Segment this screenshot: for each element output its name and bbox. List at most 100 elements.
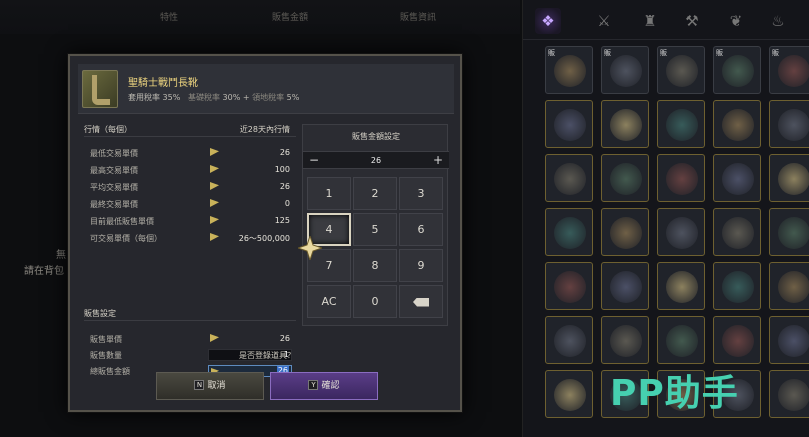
weapon-icon[interactable]: ⚔ <box>591 8 617 34</box>
market-row: 最高交易單價 100 <box>90 163 296 177</box>
confirm-hotkey: Y <box>308 380 319 390</box>
backspace-button[interactable] <box>399 285 443 318</box>
inventory-slot[interactable]: 販 <box>769 46 809 94</box>
background-tab-bar: 特性 販售金額 販售資訊 <box>0 0 520 34</box>
inventory-slot[interactable] <box>545 262 593 310</box>
inventory-slot[interactable] <box>769 154 809 202</box>
cancel-hotkey: N <box>194 380 205 390</box>
inventory-slot[interactable] <box>713 100 761 148</box>
inventory-slot[interactable] <box>713 208 761 256</box>
key-6[interactable]: 6 <box>399 213 443 246</box>
inventory-slot[interactable] <box>769 262 809 310</box>
item-icon <box>666 55 698 87</box>
inventory-slot[interactable] <box>657 154 705 202</box>
base-tax-label: 基礎稅率 <box>187 93 220 102</box>
inventory-slot[interactable] <box>769 208 809 256</box>
background-tab-traits[interactable]: 特性 <box>160 10 178 23</box>
inventory-slot[interactable]: 販 <box>713 46 761 94</box>
divider <box>84 136 296 137</box>
item-name: 聖騎士戰鬥長靴 <box>128 78 198 89</box>
key-8[interactable]: 8 <box>353 249 397 282</box>
market-row-label: 最高交易單價 <box>90 166 138 175</box>
inventory-slot[interactable] <box>657 208 705 256</box>
item-icon <box>610 217 642 249</box>
coin-icon <box>210 148 219 156</box>
armor-icon[interactable]: ♜ <box>637 8 663 34</box>
inventory-slot[interactable] <box>601 316 649 364</box>
inventory-slot[interactable] <box>657 316 705 364</box>
pouch-icon[interactable]: ♨ <box>765 8 791 34</box>
inventory-slot[interactable] <box>769 100 809 148</box>
keypad-panel: 販售金額設定 − 26 + 1 2 3 4 5 6 7 8 9 AC 0 <box>302 124 449 326</box>
coin-icon <box>210 233 219 241</box>
confirm-button[interactable]: Y 確認 <box>270 372 378 400</box>
key-2[interactable]: 2 <box>353 177 397 210</box>
key-9[interactable]: 9 <box>399 249 443 282</box>
anvil-icon[interactable]: ⚒ <box>679 8 705 34</box>
item-icon <box>666 163 698 195</box>
key-1[interactable]: 1 <box>307 177 351 210</box>
sale-tag: 販 <box>548 49 555 57</box>
inventory-slot[interactable] <box>769 316 809 364</box>
item-icon <box>554 55 586 87</box>
key-ac[interactable]: AC <box>307 285 351 318</box>
key-3[interactable]: 3 <box>399 177 443 210</box>
sale-tag: 販 <box>772 49 779 57</box>
inventory-slot[interactable] <box>713 154 761 202</box>
inventory-slot[interactable]: 販 <box>657 46 705 94</box>
item-tax-line: 套用稅率 35% 基礎稅率 30% + 領地稅率 5% <box>128 92 299 103</box>
background-tab-sale-info[interactable]: 販售資訊 <box>400 10 436 23</box>
inventory-slot[interactable] <box>657 262 705 310</box>
sale-settings-header: 販售設定 <box>84 309 116 318</box>
background-tab-sale-amount[interactable]: 販售金額 <box>272 10 308 23</box>
inventory-slot[interactable] <box>545 370 593 418</box>
market-row: 可交易單價（每個） 26～500,000 <box>90 231 296 245</box>
inventory-slot[interactable] <box>713 316 761 364</box>
inventory-slot[interactable] <box>545 154 593 202</box>
key-5[interactable]: 5 <box>353 213 397 246</box>
inventory-slot[interactable] <box>601 154 649 202</box>
item-icon <box>610 271 642 303</box>
confirm-label: 確認 <box>321 381 340 391</box>
increment-button[interactable]: + <box>429 152 447 170</box>
herb-icon[interactable]: ❦ <box>723 8 749 34</box>
inventory-slot[interactable] <box>545 100 593 148</box>
market-row-label: 目前最低販售單價 <box>90 217 154 226</box>
inventory-slot[interactable] <box>601 262 649 310</box>
inventory-slot[interactable] <box>713 262 761 310</box>
cancel-button[interactable]: N 取消 <box>156 372 264 400</box>
total-price-label: 總販售金額 <box>90 367 130 376</box>
item-icon <box>554 325 586 357</box>
market-row-label: 最低交易單價 <box>90 149 138 158</box>
inventory-slot[interactable]: 販 <box>601 46 649 94</box>
market-row: 最終交易單價 0 <box>90 197 296 211</box>
item-icon <box>778 217 809 249</box>
all-items-icon[interactable]: ❖ <box>535 8 561 34</box>
decrement-button[interactable]: − <box>305 152 323 170</box>
inventory-slot[interactable] <box>657 100 705 148</box>
market-row-value: 26～500,000 <box>238 234 290 243</box>
inventory-slot[interactable]: 販 <box>545 46 593 94</box>
inventory-slot[interactable] <box>601 208 649 256</box>
market-row-label: 最終交易單價 <box>90 200 138 209</box>
market-header-period: 近28天內行情 <box>239 125 290 134</box>
market-header: 行情（每個） 近28天內行情 <box>84 124 296 135</box>
item-icon <box>778 163 809 195</box>
inventory-slot[interactable] <box>601 100 649 148</box>
market-row-value: 26 <box>279 148 290 157</box>
tax-label: 套用稅率 <box>128 93 160 102</box>
keypad-value[interactable]: 26 <box>325 156 427 165</box>
item-icon <box>722 55 754 87</box>
cursor-icon <box>298 236 322 260</box>
market-row-value: 125 <box>274 216 290 225</box>
inventory-categories: ❖ ⚔ ♜ ⚒ ❦ ♨ <box>523 0 809 40</box>
item-icon <box>554 379 586 411</box>
inventory-slot[interactable] <box>545 208 593 256</box>
item-icon <box>778 109 809 141</box>
inventory-slot[interactable] <box>545 316 593 364</box>
key-0[interactable]: 0 <box>353 285 397 318</box>
inventory-slot[interactable] <box>769 370 809 418</box>
item-icon <box>778 325 809 357</box>
item-icon <box>778 271 809 303</box>
item-icon <box>778 379 809 411</box>
